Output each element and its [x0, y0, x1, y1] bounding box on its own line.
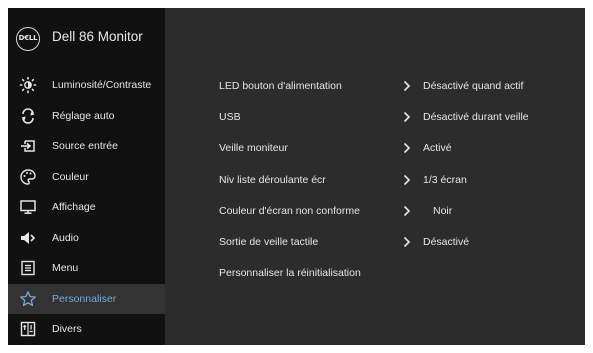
- color-palette-icon: [19, 168, 37, 186]
- sidebar-item-label: Audio: [52, 231, 79, 244]
- sidebar-item-menu[interactable]: Menu: [8, 253, 165, 284]
- setting-label: Couleur d'écran non conforme: [219, 204, 360, 217]
- sidebar-item-label: Source entrée: [52, 140, 118, 153]
- setting-value: Désactivé: [423, 236, 470, 249]
- sidebar-item-display[interactable]: Affichage: [8, 192, 165, 223]
- setting-label: Veille moniteur: [219, 142, 288, 155]
- sidebar-item-color[interactable]: Couleur: [8, 162, 165, 193]
- dell-logo: D€LL: [16, 27, 40, 51]
- chevron-right-icon: [402, 205, 412, 217]
- chevron-right-icon: [402, 80, 412, 92]
- sidebar-item-label: Menu: [52, 262, 79, 275]
- setting-row-touch-wake[interactable]: Sortie de veille tactile Désactivé: [165, 226, 585, 257]
- sidebar-item-label: Couleur: [52, 170, 89, 183]
- setting-row-personalize-reset[interactable]: Personnaliser la réinitialisation: [165, 258, 585, 289]
- setting-value: Activé: [423, 142, 452, 155]
- chevron-right-icon: [402, 111, 412, 123]
- sidebar-item-label: Réglage auto: [52, 109, 115, 122]
- sidebar-item-brightness-contrast[interactable]: Luminosité/Contraste: [8, 70, 165, 101]
- sidebar-item-label: Affichage: [52, 201, 96, 214]
- setting-value: Désactivé quand actif: [423, 79, 524, 92]
- setting-label: Personnaliser la réinitialisation: [219, 267, 361, 280]
- sidebar-item-auto-adjust[interactable]: Réglage auto: [8, 101, 165, 132]
- settings-panel: LED bouton d'alimentation Désactivé quan…: [165, 8, 585, 345]
- setting-row-power-button-led[interactable]: LED bouton d'alimentation Désactivé quan…: [165, 70, 585, 101]
- input-source-icon: [19, 137, 37, 155]
- setting-row-monitor-sleep[interactable]: Veille moniteur Activé: [165, 133, 585, 164]
- brightness-icon: [19, 76, 37, 94]
- setting-label: Sortie de veille tactile: [219, 236, 319, 249]
- auto-adjust-icon: [19, 107, 37, 125]
- sidebar-item-misc[interactable]: Divers: [8, 314, 165, 345]
- chevron-right-icon: [402, 142, 412, 154]
- setting-row-nonconforming-screen-color[interactable]: Couleur d'écran non conforme Noir: [165, 195, 585, 226]
- sidebar-item-personalize[interactable]: Personnaliser: [8, 283, 165, 314]
- setting-value: 1/3 écran: [423, 173, 467, 186]
- setting-value: Noir: [433, 204, 453, 217]
- setting-row-dropdown-level[interactable]: Niv liste déroulante écr 1/3 écran: [165, 164, 585, 195]
- sidebar-menu: Luminosité/Contraste Réglage auto Source…: [8, 70, 165, 345]
- star-icon: [19, 290, 37, 308]
- display-icon: [19, 198, 37, 216]
- sidebar-item-label: Personnaliser: [52, 292, 117, 305]
- menu-list-icon: [19, 259, 37, 277]
- sidebar-item-input-source[interactable]: Source entrée: [8, 131, 165, 162]
- speaker-icon: [19, 229, 37, 247]
- chevron-right-icon: [402, 236, 412, 248]
- monitor-model-title: Dell 86 Monitor: [52, 29, 143, 44]
- chevron-right-icon: [402, 174, 412, 186]
- sidebar-item-audio[interactable]: Audio: [8, 223, 165, 254]
- setting-label: USB: [219, 110, 241, 123]
- monitor-osd: D€LL Dell 86 Monitor Luminosité/Contrast…: [8, 8, 585, 345]
- sidebar: D€LL Dell 86 Monitor Luminosité/Contrast…: [8, 8, 165, 345]
- setting-row-usb[interactable]: USB Désactivé durant veille: [165, 101, 585, 132]
- setting-label: Niv liste déroulante écr: [219, 173, 326, 186]
- misc-icon: [19, 320, 37, 338]
- settings-list: LED bouton d'alimentation Désactivé quan…: [165, 70, 585, 289]
- sidebar-item-label: Divers: [52, 323, 82, 336]
- setting-label: LED bouton d'alimentation: [219, 79, 342, 92]
- sidebar-item-label: Luminosité/Contraste: [52, 79, 152, 92]
- setting-value: Désactivé durant veille: [423, 110, 529, 123]
- brand-header: D€LL Dell 86 Monitor: [8, 8, 165, 66]
